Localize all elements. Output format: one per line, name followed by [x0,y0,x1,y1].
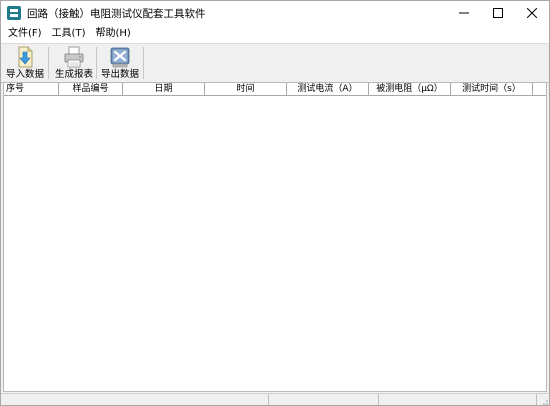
toolbar-separator [96,47,97,79]
menu-bar: 文件(F) 工具(T) 帮助(H) [1,25,549,43]
minimize-icon [459,12,469,14]
status-bar [1,393,549,406]
export-icon [110,47,130,68]
generate-report-label: 生成报表 [54,69,93,80]
table-header: 序号 样品编号 日期 时间 测试电流（A） 被测电阻（μΩ） 测试时间（s） [4,83,546,96]
column-header-index[interactable]: 序号 [4,83,59,95]
column-header-test-current[interactable]: 测试电流（A） [287,83,369,95]
column-header-resistance[interactable]: 被测电阻（μΩ） [369,83,451,95]
menu-tools[interactable]: 工具(T) [47,25,91,43]
app-icon [7,6,21,20]
close-icon [527,8,537,18]
status-panel [1,394,269,405]
resize-grip-icon[interactable] [539,396,549,406]
data-table[interactable]: 序号 样品编号 日期 时间 测试电流（A） 被测电阻（μΩ） 测试时间（s） [3,82,547,392]
status-panel [379,394,537,405]
generate-report-button[interactable]: 生成报表 [53,44,95,82]
menu-file[interactable]: 文件(F) [3,25,47,43]
maximize-icon [493,8,503,18]
maximize-button[interactable] [481,1,515,25]
import-data-label: 导入数据 [5,69,44,80]
minimize-button[interactable] [447,1,481,25]
toolbar-separator [143,47,144,79]
title-bar: 回路（接触）电阻测试仪配套工具软件 [1,1,549,25]
menu-help[interactable]: 帮助(H) [90,25,135,43]
column-header-sample-id[interactable]: 样品编号 [59,83,123,95]
printer-icon [64,46,84,68]
column-header-date[interactable]: 日期 [123,83,205,95]
export-data-button[interactable]: 导出数据 [98,44,142,82]
export-data-label: 导出数据 [100,69,139,80]
status-panel [269,394,379,405]
main-window: 回路（接触）电阻测试仪配套工具软件 文件(F) 工具(T) 帮助(H) 导入数据 [0,0,550,406]
import-icon [18,46,33,68]
import-data-button[interactable]: 导入数据 [3,44,47,82]
column-header-test-duration[interactable]: 测试时间（s） [451,83,533,95]
column-header-time[interactable]: 时间 [205,83,287,95]
close-button[interactable] [515,1,549,25]
window-title: 回路（接触）电阻测试仪配套工具软件 [27,7,206,20]
toolbar-separator [48,47,49,79]
toolbar: 导入数据 生成报表 导出数据 [1,43,549,83]
